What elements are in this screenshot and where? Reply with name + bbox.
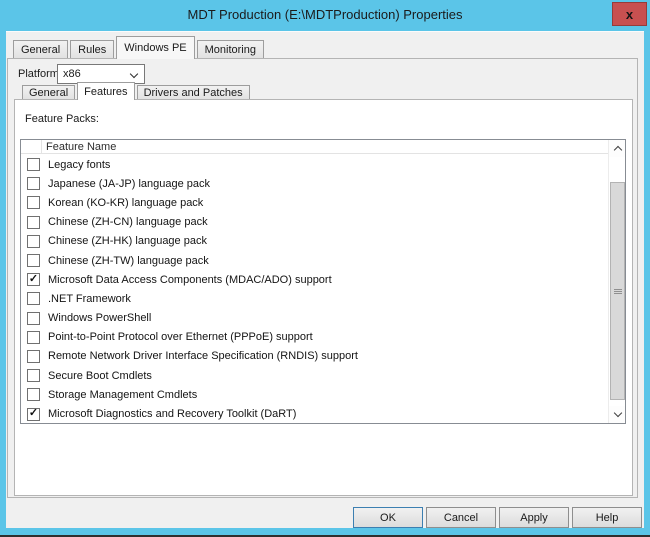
feature-name: .NET Framework — [48, 293, 131, 305]
vertical-scrollbar[interactable] — [608, 140, 625, 423]
sub-tab[interactable]: Features — [77, 82, 134, 100]
ok-button[interactable]: OK — [353, 507, 423, 528]
dialog-client-area: General Rules Windows PE Monitoring Plat… — [6, 31, 644, 528]
main-tabstrip: General Rules Windows PE Monitoring — [13, 36, 264, 58]
scrollbar-thumb[interactable] — [610, 182, 625, 400]
main-tab-label: Monitoring — [205, 44, 256, 56]
feature-row[interactable]: ✓ Japanese (JA-JP) language pack — [21, 174, 608, 193]
sub-tab[interactable]: General — [22, 85, 75, 99]
feature-name: Japanese (JA-JP) language pack — [48, 178, 210, 190]
main-tab[interactable]: Windows PE — [116, 36, 194, 59]
feature-checkbox[interactable]: ✓ — [27, 235, 40, 248]
feature-row[interactable]: ✓ Chinese (ZH-CN) language pack — [21, 213, 608, 232]
close-icon: x — [626, 8, 633, 21]
close-button[interactable]: x — [612, 2, 647, 26]
feature-checkbox[interactable]: ✓ — [27, 292, 40, 305]
feature-row[interactable]: ✓ Windows PowerShell — [21, 309, 608, 328]
sub-tab[interactable]: Drivers and Patches — [137, 85, 250, 99]
feature-checkbox[interactable]: ✓ — [27, 350, 40, 363]
feature-row[interactable]: ✓ Remote Network Driver Interface Specif… — [21, 347, 608, 366]
main-tab-label: Windows PE — [124, 42, 186, 54]
main-tab[interactable]: Monitoring — [197, 40, 264, 58]
help-button[interactable]: Help — [572, 507, 642, 528]
feature-name: Korean (KO-KR) language pack — [48, 197, 203, 209]
feature-checkbox[interactable]: ✓ — [27, 312, 40, 325]
titlebar: MDT Production (E:\MDTProduction) Proper… — [0, 0, 650, 31]
feature-row[interactable]: ✓ .NET Framework — [21, 289, 608, 308]
scroll-down-button[interactable] — [609, 406, 626, 423]
sub-tab-label: General — [29, 87, 68, 99]
platform-dropdown-value: x86 — [63, 68, 81, 80]
feature-name: Microsoft Diagnostics and Recovery Toolk… — [48, 408, 296, 420]
feature-row[interactable]: ✓ Storage Management Cmdlets — [21, 385, 608, 404]
checkbox-column-header — [21, 140, 42, 153]
feature-checkbox[interactable]: ✓ — [27, 273, 40, 286]
main-tab[interactable]: Rules — [70, 40, 114, 58]
feature-name: Storage Management Cmdlets — [48, 389, 197, 401]
scroll-up-button[interactable] — [609, 140, 626, 157]
main-tab-label: Rules — [78, 44, 106, 56]
chevron-down-icon — [130, 70, 138, 78]
feature-row[interactable]: ✓ Secure Boot Cmdlets — [21, 366, 608, 385]
apply-button[interactable]: Apply — [499, 507, 569, 528]
feature-row[interactable]: ✓ Microsoft Data Access Components (MDAC… — [21, 270, 608, 289]
feature-checkbox[interactable]: ✓ — [27, 158, 40, 171]
feature-row[interactable]: ✓ Chinese (ZH-HK) language pack — [21, 232, 608, 251]
feature-name: Legacy fonts — [48, 159, 110, 171]
feature-row[interactable]: ✓ Korean (KO-KR) language pack — [21, 193, 608, 212]
main-tab-label: General — [21, 44, 60, 56]
feature-checkbox[interactable]: ✓ — [27, 388, 40, 401]
feature-name: Chinese (ZH-CN) language pack — [48, 216, 208, 228]
feature-checkbox[interactable]: ✓ — [27, 196, 40, 209]
feature-checkbox[interactable]: ✓ — [27, 216, 40, 229]
feature-name: Remote Network Driver Interface Specific… — [48, 350, 358, 362]
feature-checkbox[interactable]: ✓ — [27, 369, 40, 382]
list-header[interactable]: Feature Name — [21, 140, 625, 154]
feature-name: Chinese (ZH-TW) language pack — [48, 255, 209, 267]
sub-tabstrip: General Features Drivers and Patches — [22, 82, 250, 99]
feature-checkbox[interactable]: ✓ — [27, 254, 40, 267]
feature-checkbox[interactable]: ✓ — [27, 331, 40, 344]
main-tab[interactable]: General — [13, 40, 68, 58]
dialog-title: MDT Production (E:\MDTProduction) Proper… — [0, 7, 650, 22]
feature-row[interactable]: ✓ Legacy fonts — [21, 155, 608, 174]
feature-checkbox[interactable]: ✓ — [27, 177, 40, 190]
chevron-up-icon — [613, 146, 621, 154]
platform-label: Platform: — [18, 68, 62, 80]
properties-dialog: MDT Production (E:\MDTProduction) Proper… — [0, 0, 650, 537]
checkmark-icon: ✓ — [29, 274, 38, 285]
chevron-down-icon — [613, 409, 621, 417]
checkmark-icon: ✓ — [29, 408, 38, 419]
list-rows: ✓ Legacy fonts ✓ Japanese (JA-JP) langua… — [21, 155, 608, 423]
feature-name-column-header: Feature Name — [42, 141, 116, 153]
feature-row[interactable]: ✓ Point-to-Point Protocol over Ethernet … — [21, 328, 608, 347]
sub-tab-label: Drivers and Patches — [144, 87, 243, 99]
feature-checkbox[interactable]: ✓ — [27, 408, 40, 421]
feature-row[interactable]: ✓ Chinese (ZH-TW) language pack — [21, 251, 608, 270]
feature-name: Chinese (ZH-HK) language pack — [48, 235, 207, 247]
feature-name: Windows PowerShell — [48, 312, 151, 324]
platform-dropdown[interactable]: x86 — [57, 64, 145, 84]
feature-name: Secure Boot Cmdlets — [48, 370, 152, 382]
feature-packs-list: Feature Name ✓ Legacy fonts ✓ — [20, 139, 626, 424]
cancel-button[interactable]: Cancel — [426, 507, 496, 528]
sub-tab-label: Features — [84, 86, 127, 98]
feature-packs-label: Feature Packs: — [25, 113, 99, 125]
feature-row[interactable]: ✓ Microsoft Diagnostics and Recovery Too… — [21, 404, 608, 423]
feature-name: Microsoft Data Access Components (MDAC/A… — [48, 274, 332, 286]
scrollbar-grip-icon — [614, 288, 622, 295]
feature-name: Point-to-Point Protocol over Ethernet (P… — [48, 331, 313, 343]
